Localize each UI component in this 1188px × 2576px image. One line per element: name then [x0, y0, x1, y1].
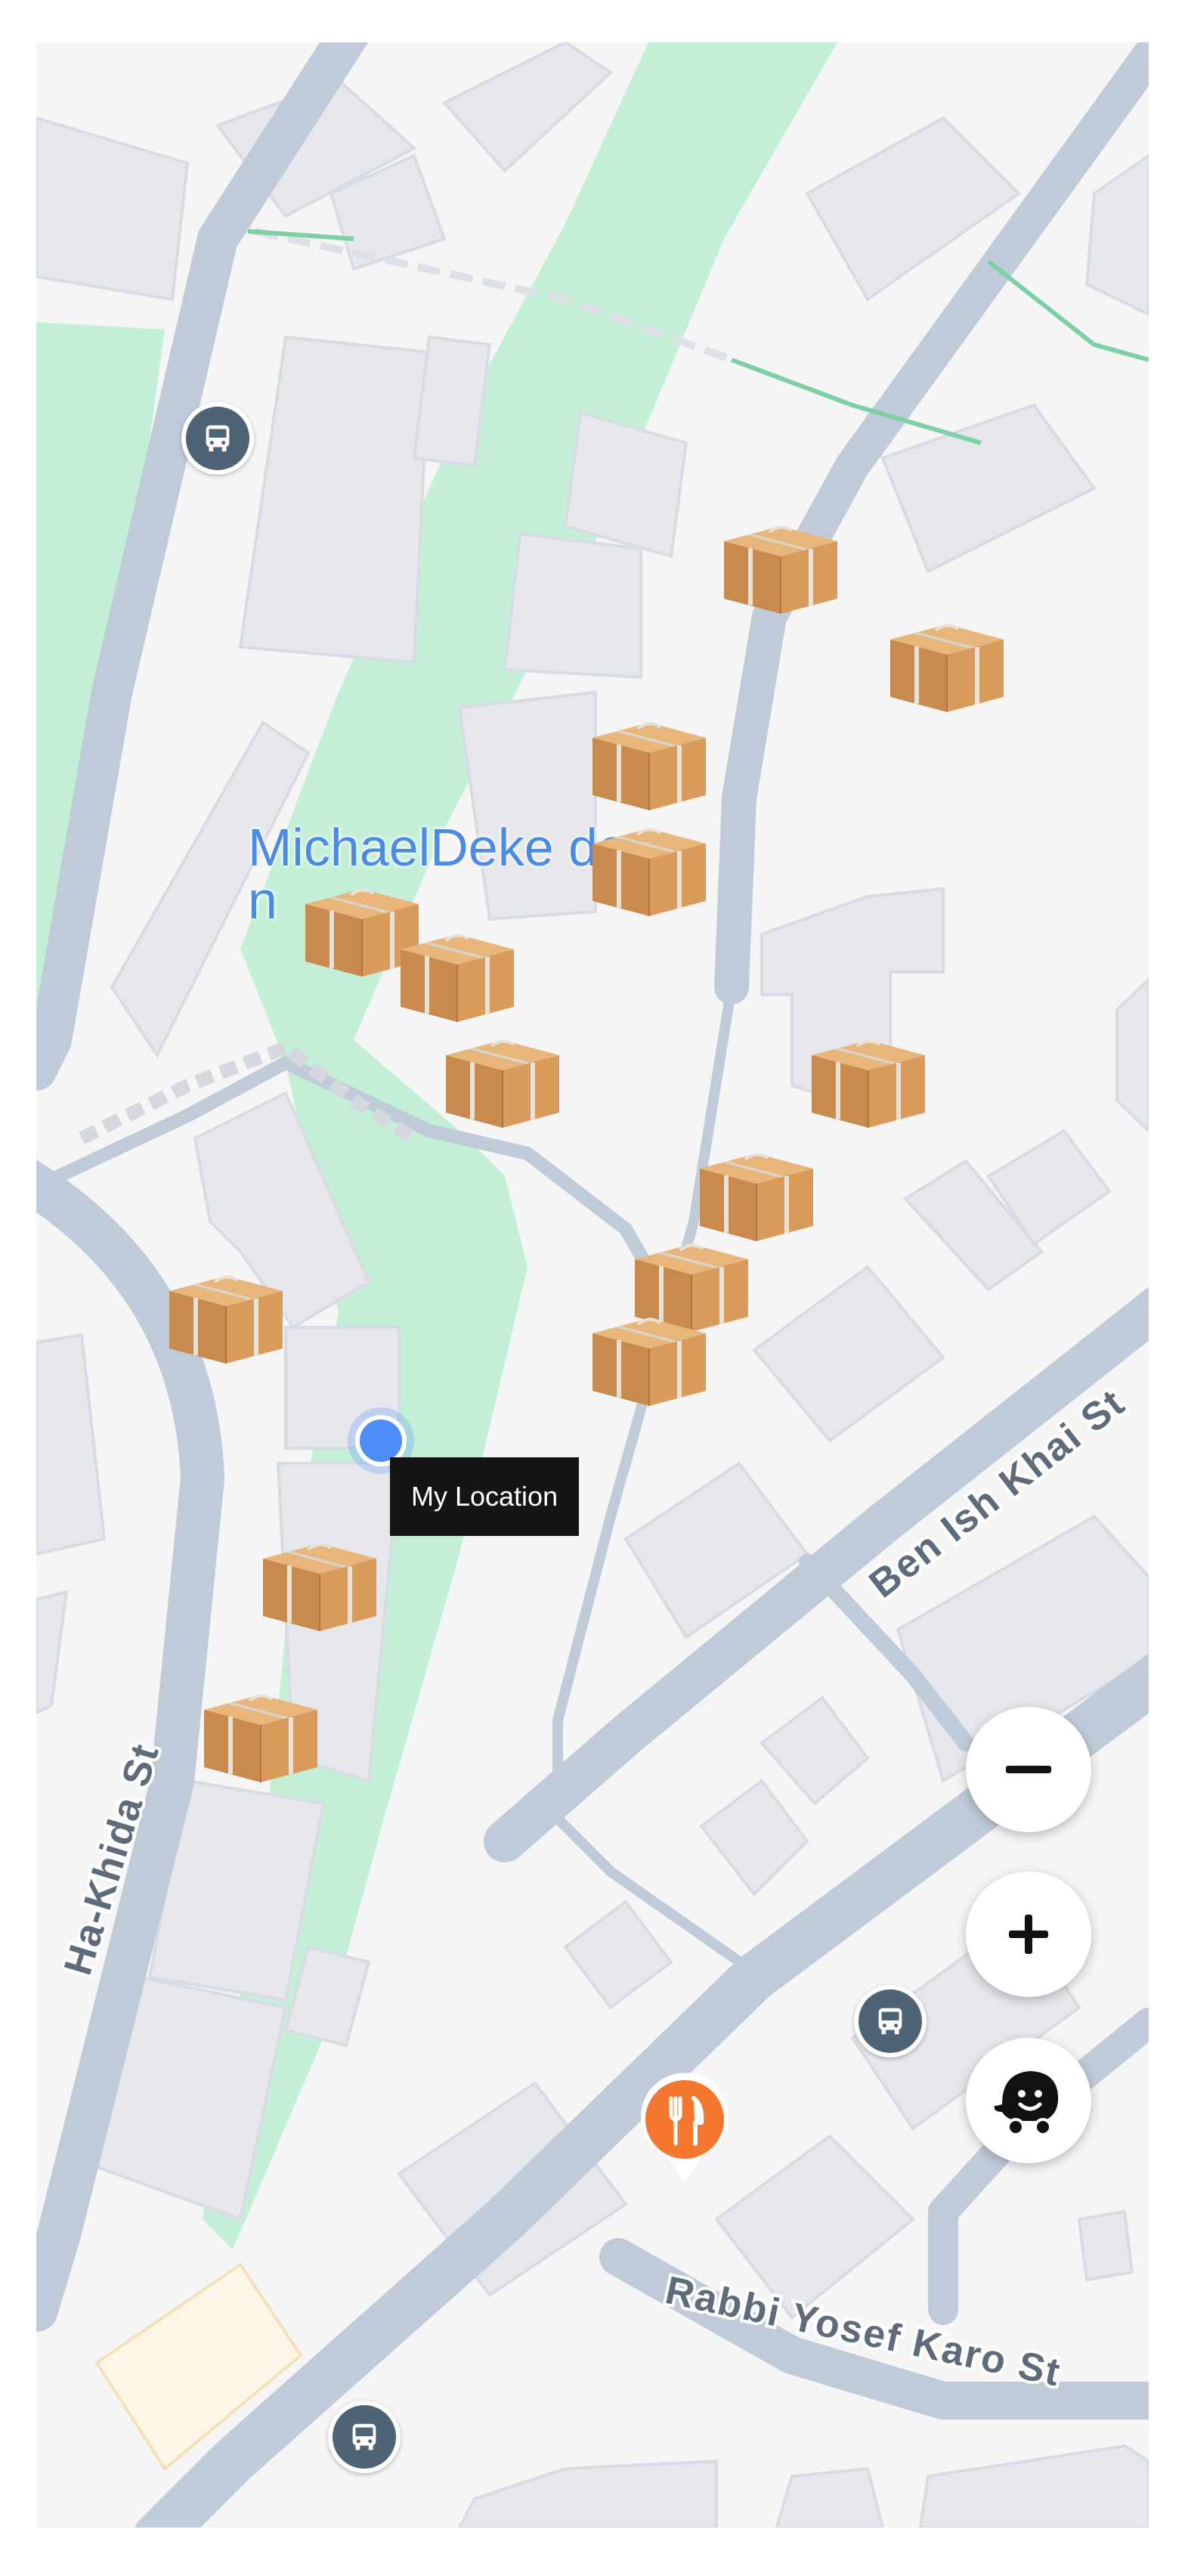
package-marker[interactable]: [585, 813, 713, 919]
waze-button[interactable]: [966, 2038, 1091, 2163]
package-box-icon: [812, 1039, 925, 1128]
bus-stop-marker[interactable]: [181, 402, 254, 475]
package-box-icon: [592, 1317, 706, 1406]
package-marker[interactable]: [883, 609, 1011, 715]
package-marker[interactable]: [585, 707, 713, 813]
package-marker[interactable]: [585, 1303, 713, 1409]
waze-icon: [994, 2071, 1059, 2136]
map-canvas[interactable]: Ha-Khida St Ben Ish Khai St Rabbi Yosef …: [36, 42, 1149, 2528]
package-box-icon: [169, 1275, 283, 1364]
package-box-icon: [263, 1543, 376, 1631]
bus-icon: [206, 425, 230, 452]
zoom-out-button[interactable]: [966, 1707, 1091, 1832]
package-box-icon: [446, 1039, 559, 1128]
my-location-tooltip: My Location: [390, 1457, 580, 1536]
package-marker[interactable]: [438, 1025, 567, 1131]
package-marker[interactable]: [393, 919, 521, 1025]
plus-icon: [1009, 1915, 1048, 1954]
package-box-icon: [204, 1694, 317, 1782]
package-box-icon: [700, 1153, 813, 1241]
package-box-icon: [592, 722, 706, 810]
bus-stop-marker[interactable]: [854, 1985, 927, 2057]
package-box-icon: [724, 525, 837, 614]
package-marker[interactable]: [716, 511, 845, 617]
package-marker[interactable]: [255, 1528, 384, 1634]
package-box-icon: [592, 828, 706, 916]
bus-icon: [352, 2423, 376, 2451]
zoom-in-button[interactable]: [966, 1872, 1091, 1997]
package-marker[interactable]: [692, 1138, 821, 1244]
package-box-icon: [890, 624, 1004, 712]
bus-stop-marker[interactable]: [328, 2401, 401, 2473]
minus-icon: [1006, 1766, 1051, 1773]
restaurant-marker[interactable]: [638, 2073, 732, 2186]
package-box-icon: [401, 933, 514, 1022]
package-marker[interactable]: [804, 1025, 933, 1131]
fork-knife-icon: [641, 2073, 729, 2183]
package-marker[interactable]: [162, 1261, 290, 1367]
bus-icon: [878, 2008, 902, 2035]
package-marker[interactable]: [196, 1680, 325, 1785]
